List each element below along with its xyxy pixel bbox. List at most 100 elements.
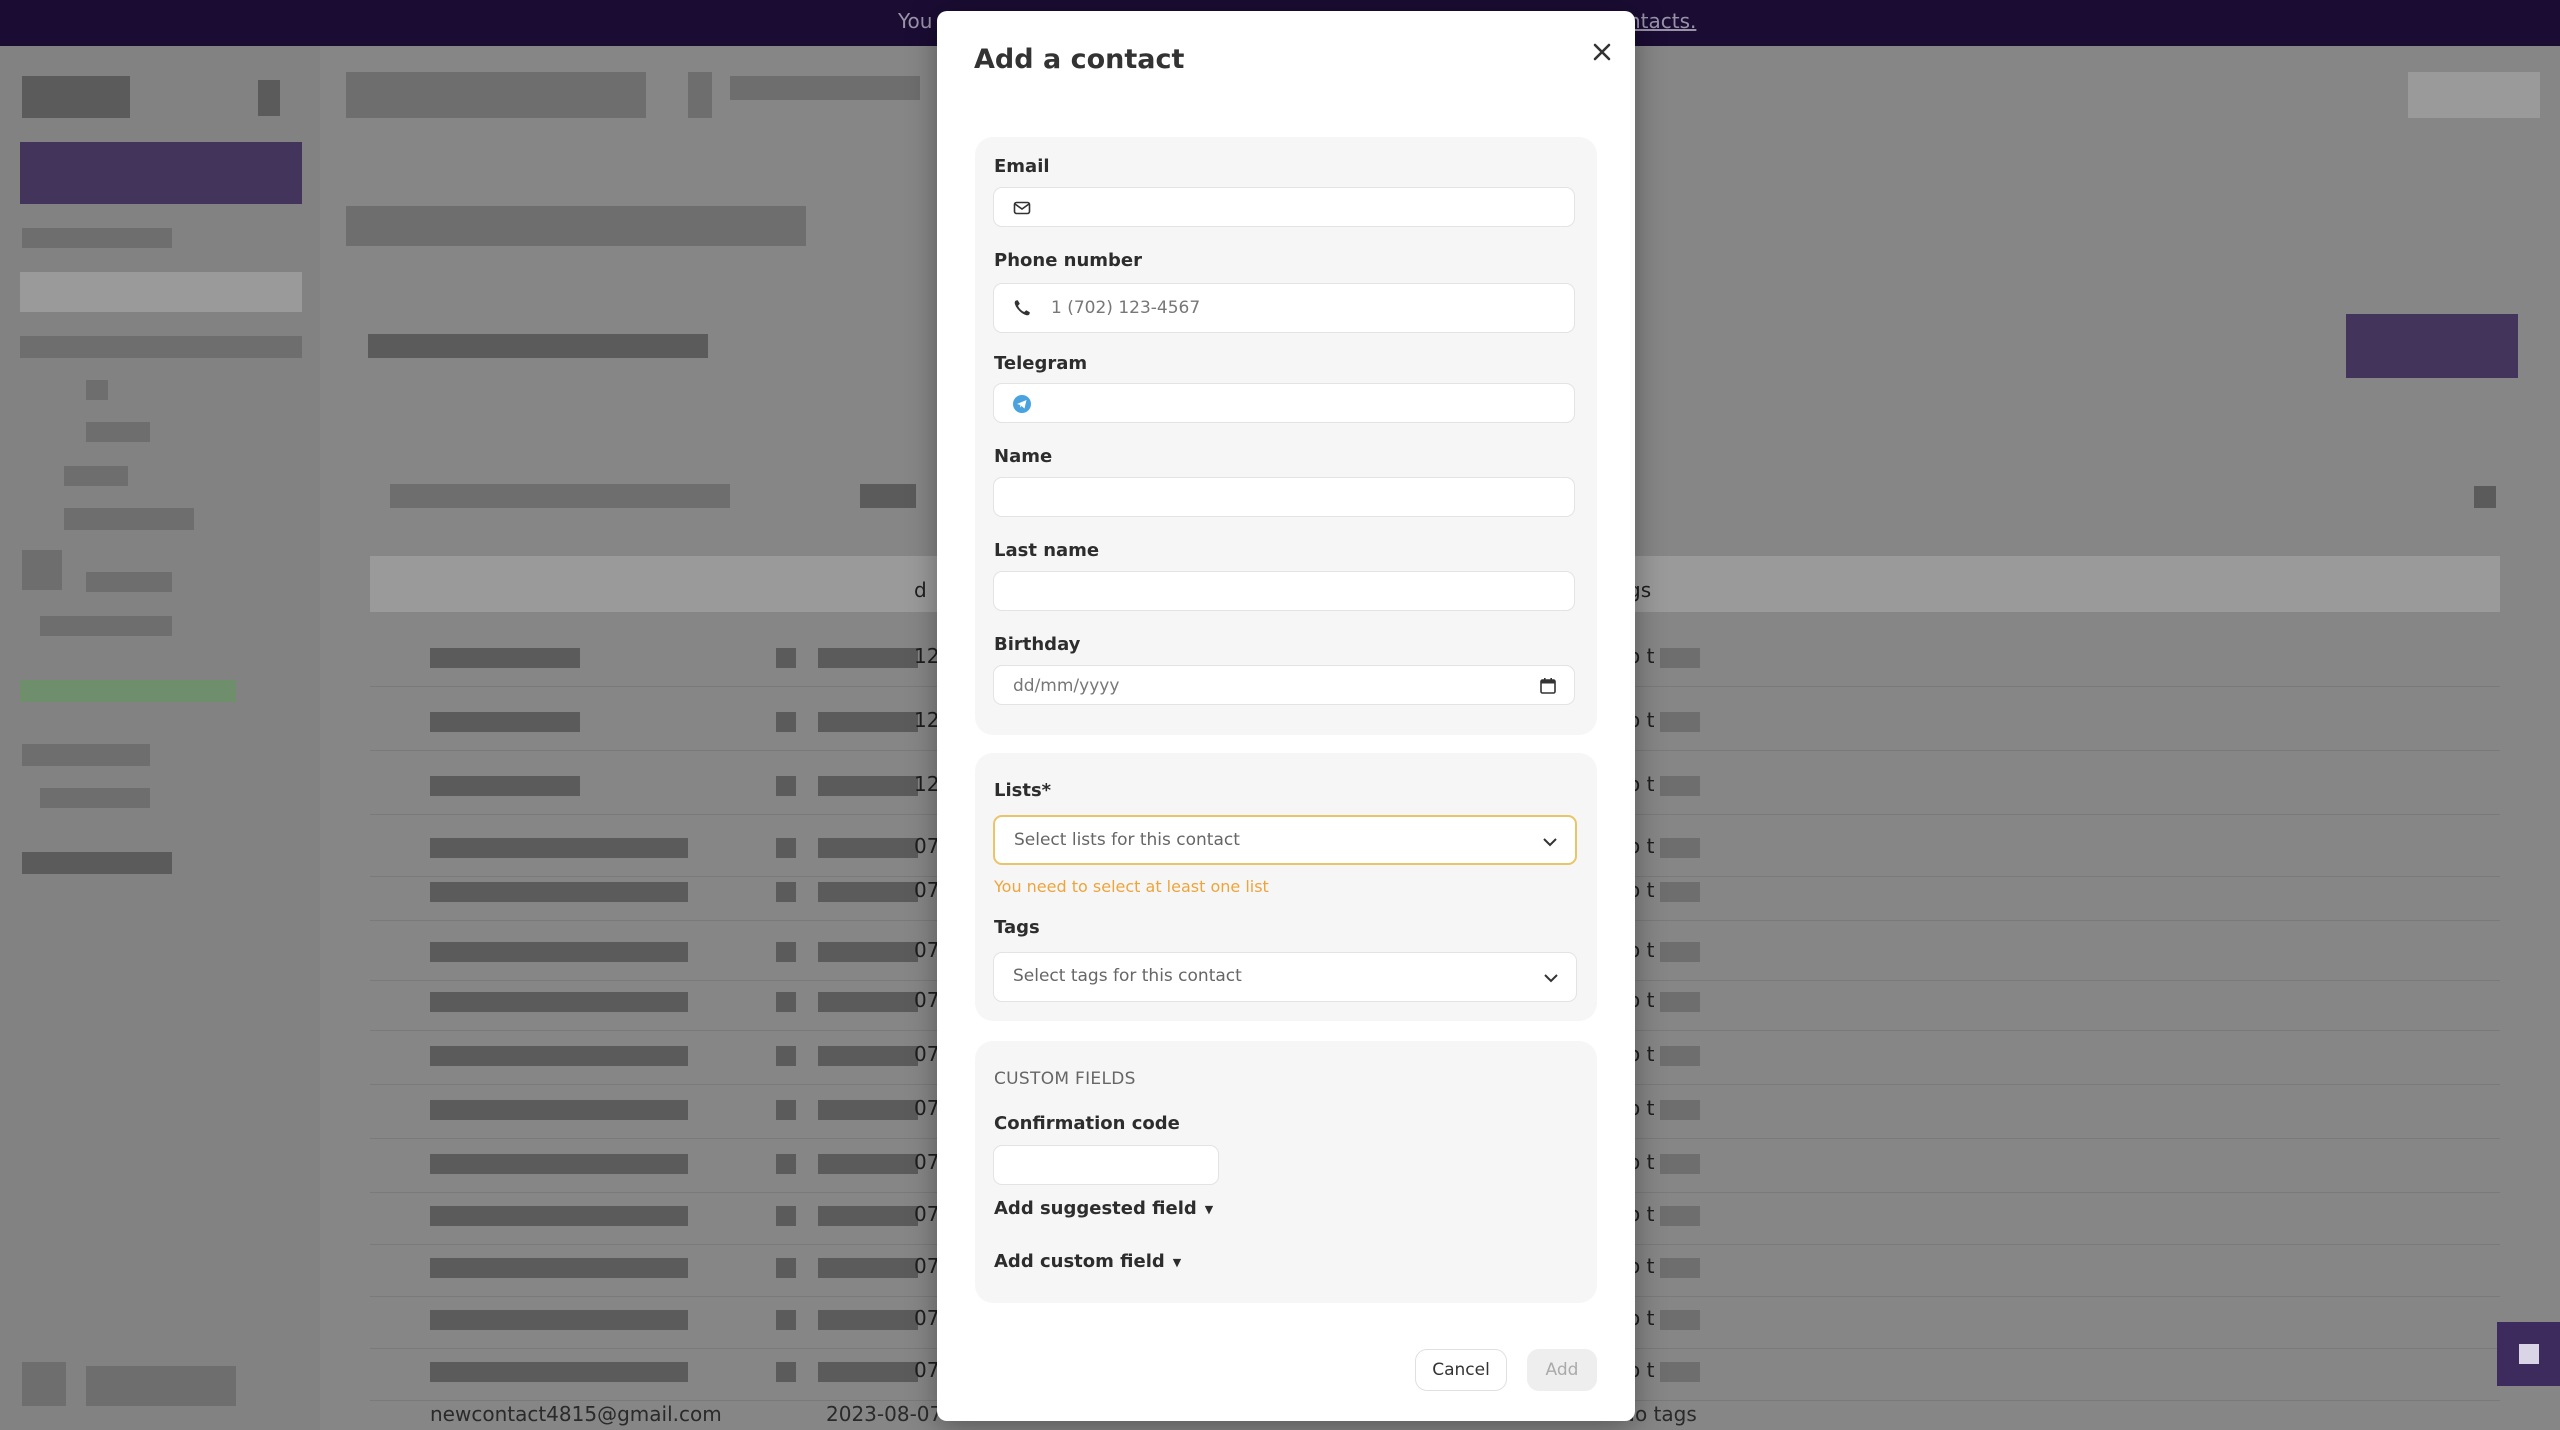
last-name-field[interactable] xyxy=(993,571,1575,611)
table-cell xyxy=(430,992,688,1012)
table-cell xyxy=(818,1258,918,1278)
table-cell-email: newcontact4815@gmail.com xyxy=(430,1402,722,1426)
table-cell xyxy=(430,1310,688,1330)
sidebar-item[interactable] xyxy=(22,228,172,248)
sidebar-subitem[interactable] xyxy=(86,380,108,400)
add-custom-field-button[interactable]: Add custom field ▼ xyxy=(994,1251,1181,1272)
table-cell xyxy=(430,1154,688,1174)
sidebar-item-contacts[interactable] xyxy=(20,336,302,358)
sidebar-item[interactable] xyxy=(86,572,172,592)
table-cell xyxy=(1660,1206,1700,1226)
settings-icon[interactable] xyxy=(2474,486,2496,508)
table-cell xyxy=(776,942,796,962)
table-cell xyxy=(430,1362,688,1382)
table-cell xyxy=(776,992,796,1012)
table-cell-date-fragment: 07 xyxy=(914,1096,940,1120)
table-cell xyxy=(818,1362,918,1382)
table-cell-date-fragment: 07 xyxy=(914,988,940,1012)
sidebar-item[interactable] xyxy=(40,788,150,808)
email-label: Email xyxy=(994,156,1050,177)
table-cell-date-fragment: 07 xyxy=(914,1306,940,1330)
table-cell-date-fragment: 07 xyxy=(914,938,940,962)
table-cell xyxy=(1660,712,1700,732)
table-cell xyxy=(776,776,796,796)
table-cell xyxy=(818,648,918,668)
sidebar-item[interactable] xyxy=(40,616,172,636)
add-button[interactable]: Add xyxy=(1527,1349,1597,1391)
birthday-field[interactable]: dd/mm/yyyy xyxy=(993,665,1575,705)
table-cell xyxy=(818,1100,918,1120)
calendar-icon[interactable] xyxy=(1538,676,1558,696)
help-widget[interactable] xyxy=(2497,1322,2560,1386)
table-cell xyxy=(1660,1310,1700,1330)
add-suggested-field-button[interactable]: Add suggested field ▼ xyxy=(994,1198,1213,1219)
confirmation-code-field[interactable] xyxy=(993,1145,1219,1185)
table-cell xyxy=(1660,942,1700,962)
chevron-down-icon xyxy=(1541,833,1559,851)
table-cell-date-fragment: 07 xyxy=(914,878,940,902)
table-cell xyxy=(430,776,580,796)
sidebar-toggle[interactable] xyxy=(258,80,280,116)
table-cell xyxy=(1660,882,1700,902)
sidebar xyxy=(0,46,320,1430)
lists-select[interactable]: Select lists for this contact xyxy=(993,815,1577,865)
custom-fields-heading: CUSTOM FIELDS xyxy=(994,1069,1136,1089)
add-suggested-field-label: Add suggested field xyxy=(994,1198,1197,1219)
envelope-icon xyxy=(1012,198,1032,218)
table-cell xyxy=(430,838,688,858)
table-cell-date-fragment: 07 xyxy=(914,1202,940,1226)
modal-title: Add a contact xyxy=(974,44,1185,75)
search-input[interactable] xyxy=(390,484,730,508)
sidebar-item[interactable] xyxy=(20,272,302,312)
sidebar-item[interactable] xyxy=(20,680,236,702)
table-cell xyxy=(776,1310,796,1330)
header-tabs[interactable] xyxy=(730,76,920,100)
table-cell xyxy=(776,712,796,732)
account-name xyxy=(86,1366,236,1406)
filter-button[interactable] xyxy=(860,484,916,508)
table-cell xyxy=(818,838,918,858)
birthday-placeholder: dd/mm/yyyy xyxy=(1013,676,1120,696)
table-cell xyxy=(1660,1100,1700,1120)
breadcrumb xyxy=(346,72,646,118)
phone-field[interactable]: 1 (702) 123-4567 xyxy=(993,283,1575,333)
contact-details-section: Email Phone number 1 (702) 123-4567 Tele… xyxy=(975,137,1597,735)
birthday-label: Birthday xyxy=(994,634,1081,655)
header-action[interactable] xyxy=(2408,72,2540,118)
table-cell-date-fragment: 07 xyxy=(914,1150,940,1174)
sidebar-item[interactable] xyxy=(22,852,172,874)
lists-tags-section: Lists* Select lists for this contact You… xyxy=(975,753,1597,1021)
avatar[interactable] xyxy=(22,1362,66,1406)
telegram-icon xyxy=(1012,394,1032,414)
sidebar-subitem[interactable] xyxy=(64,508,194,530)
table-cell-date-fragment: 07 xyxy=(914,1254,940,1278)
page-tabs[interactable] xyxy=(346,206,806,246)
sidebar-subitem[interactable] xyxy=(64,466,128,486)
telegram-label: Telegram xyxy=(994,353,1088,374)
lists-error-message: You need to select at least one list xyxy=(994,877,1269,896)
create-contact-button[interactable] xyxy=(2346,314,2518,378)
phone-placeholder: 1 (702) 123-4567 xyxy=(1051,298,1201,318)
email-field[interactable] xyxy=(993,187,1575,227)
banner-link[interactable]: ntacts. xyxy=(1628,9,1696,33)
add-contact-modal: Add a contact Email Phone number 1 (702)… xyxy=(937,11,1635,1421)
close-icon[interactable] xyxy=(1589,39,1615,65)
sidebar-item[interactable] xyxy=(22,744,150,766)
table-cell-date-fragment: 07 xyxy=(914,1358,940,1382)
table-cell xyxy=(818,1046,918,1066)
sidebar-subitem[interactable] xyxy=(86,422,150,442)
table-cell xyxy=(776,1258,796,1278)
tags-placeholder: Select tags for this contact xyxy=(1013,966,1242,986)
tags-select[interactable]: Select tags for this contact xyxy=(993,952,1577,1002)
name-field[interactable] xyxy=(993,477,1575,517)
table-cell xyxy=(1660,838,1700,858)
sidebar-item-icon xyxy=(22,550,62,590)
table-cell-date-fragment: 07 xyxy=(914,1042,940,1066)
page-title xyxy=(368,334,708,358)
table-cell xyxy=(1660,992,1700,1012)
cancel-button[interactable]: Cancel xyxy=(1415,1349,1507,1391)
table-cell xyxy=(818,712,918,732)
table-cell xyxy=(430,648,580,668)
telegram-field[interactable] xyxy=(993,383,1575,423)
sidebar-primary-button[interactable] xyxy=(20,142,302,204)
